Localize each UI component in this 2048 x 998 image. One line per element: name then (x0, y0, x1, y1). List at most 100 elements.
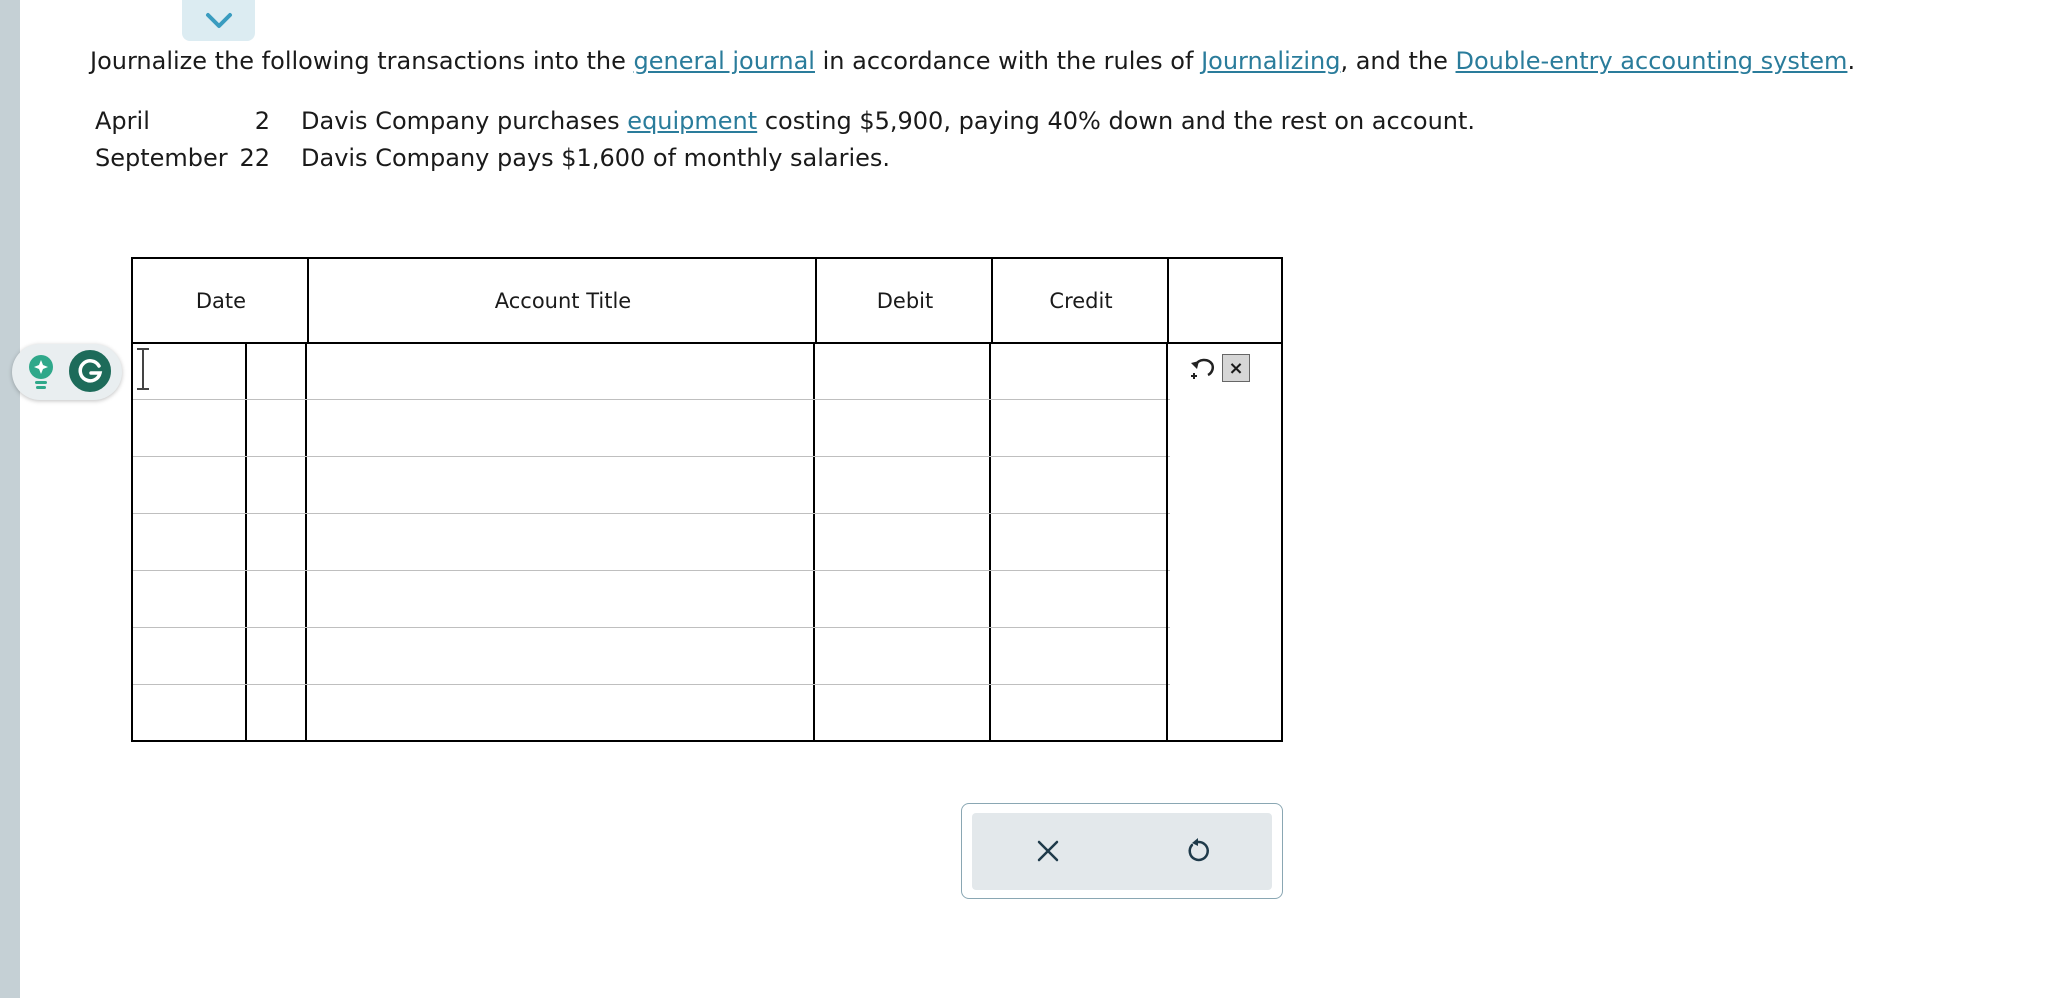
month-input[interactable] (133, 515, 243, 569)
account-title-input-field[interactable] (305, 629, 811, 683)
account-title-input[interactable] (305, 344, 811, 398)
day-input-field[interactable] (245, 344, 303, 398)
debit-input-field[interactable] (813, 629, 987, 683)
credit-input[interactable] (989, 344, 1163, 398)
delete-row-button[interactable]: × (1222, 354, 1250, 382)
debit-input[interactable] (813, 515, 987, 569)
credit-input-field[interactable] (989, 572, 1163, 626)
account-title-input-field[interactable] (305, 686, 811, 740)
credit-input[interactable] (989, 401, 1163, 455)
account-title-input-field[interactable] (305, 572, 811, 626)
header-credit: Credit (1049, 288, 1113, 313)
journalizing-link[interactable]: Journalizing (1201, 47, 1340, 75)
month-input-field[interactable] (133, 458, 243, 512)
account-title-input[interactable] (305, 458, 811, 512)
debit-input[interactable] (813, 629, 987, 683)
month-input[interactable] (133, 572, 243, 626)
credit-input-field[interactable] (989, 458, 1163, 512)
row-actions-column (1166, 342, 1283, 742)
credit-input-field[interactable] (989, 515, 1163, 569)
equipment-link[interactable]: equipment (627, 107, 757, 135)
credit-input-field[interactable] (989, 629, 1163, 683)
account-title-input[interactable] (305, 686, 811, 740)
text-cursor (137, 348, 149, 390)
transaction-description: Davis Company pays $1,600 of monthly sal… (301, 144, 891, 172)
debit-input-field[interactable] (813, 458, 987, 512)
credit-input[interactable] (989, 686, 1163, 740)
instructions: Journalize the following transactions in… (90, 44, 1855, 78)
debit-input[interactable] (813, 458, 987, 512)
grammarly-widget[interactable] (12, 344, 122, 400)
credit-input[interactable] (989, 629, 1163, 683)
instructions-text: . (1847, 47, 1856, 75)
day-input-field[interactable] (245, 515, 303, 569)
day-input[interactable] (245, 458, 303, 512)
debit-input-field[interactable] (813, 515, 987, 569)
credit-input-field[interactable] (989, 344, 1163, 398)
debit-input-field[interactable] (813, 401, 987, 455)
general-journal-link[interactable]: general journal (634, 47, 815, 75)
day-input-field[interactable] (245, 629, 303, 683)
day-input-field[interactable] (245, 458, 303, 512)
debit-input[interactable] (813, 686, 987, 740)
instructions-text: in accordance with the rules of (814, 47, 1202, 75)
credit-input[interactable] (989, 572, 1163, 626)
account-title-input-field[interactable] (305, 458, 811, 512)
month-input-field[interactable] (133, 515, 243, 569)
account-title-input[interactable] (305, 572, 811, 626)
reset-icon (1188, 838, 1209, 862)
account-title-input-field[interactable] (305, 344, 811, 398)
header-debit: Debit (876, 288, 934, 313)
credit-input[interactable] (989, 515, 1163, 569)
left-rail (0, 0, 20, 998)
account-title-input[interactable] (305, 515, 811, 569)
day-input-field[interactable] (245, 572, 303, 626)
transaction-description: Davis Company purchases equipment costin… (301, 107, 1476, 135)
day-input[interactable] (245, 401, 303, 455)
debit-input[interactable] (813, 572, 987, 626)
month-input-field[interactable] (133, 344, 243, 398)
account-title-input[interactable] (305, 629, 811, 683)
day-input[interactable] (245, 515, 303, 569)
header-account-title: Account Title (494, 288, 632, 313)
day-input[interactable] (245, 686, 303, 740)
credit-input[interactable] (989, 458, 1163, 512)
debit-input-field[interactable] (813, 572, 987, 626)
month-input[interactable] (133, 686, 243, 740)
instructions-text: Journalize the following transactions in… (90, 47, 634, 75)
day-input-field[interactable] (245, 686, 303, 740)
month-input[interactable] (133, 458, 243, 512)
undo-row-button[interactable] (1188, 354, 1216, 382)
month-input-field[interactable] (133, 629, 243, 683)
day-input-field[interactable] (245, 401, 303, 455)
clear-button[interactable] (1028, 831, 1068, 871)
grammarly-icon (66, 347, 114, 395)
transaction-day: 22 (239, 144, 270, 172)
lightbulb-icon (29, 355, 53, 389)
reset-button[interactable] (1178, 831, 1218, 871)
account-title-input-field[interactable] (305, 401, 811, 455)
row-tools: × (1188, 354, 1250, 382)
account-title-input-field[interactable] (305, 515, 811, 569)
double-entry-link[interactable]: Double-entry accounting system (1456, 47, 1848, 75)
debit-input[interactable] (813, 344, 987, 398)
account-title-input[interactable] (305, 401, 811, 455)
month-input[interactable] (133, 629, 243, 683)
collapse-tab[interactable] (182, 0, 255, 41)
credit-input-field[interactable] (989, 686, 1163, 740)
month-input-field[interactable] (133, 572, 243, 626)
instructions-text: , and the (1340, 47, 1456, 75)
month-input-field[interactable] (133, 686, 243, 740)
debit-input-field[interactable] (813, 344, 987, 398)
debit-input[interactable] (813, 401, 987, 455)
credit-input-field[interactable] (989, 401, 1163, 455)
month-input[interactable] (133, 401, 243, 455)
undo-icon (1191, 358, 1215, 379)
month-input[interactable] (133, 344, 243, 398)
day-input[interactable] (245, 344, 303, 398)
transaction-day: 2 (254, 107, 270, 135)
debit-input-field[interactable] (813, 686, 987, 740)
day-input[interactable] (245, 572, 303, 626)
day-input[interactable] (245, 629, 303, 683)
month-input-field[interactable] (133, 401, 243, 455)
